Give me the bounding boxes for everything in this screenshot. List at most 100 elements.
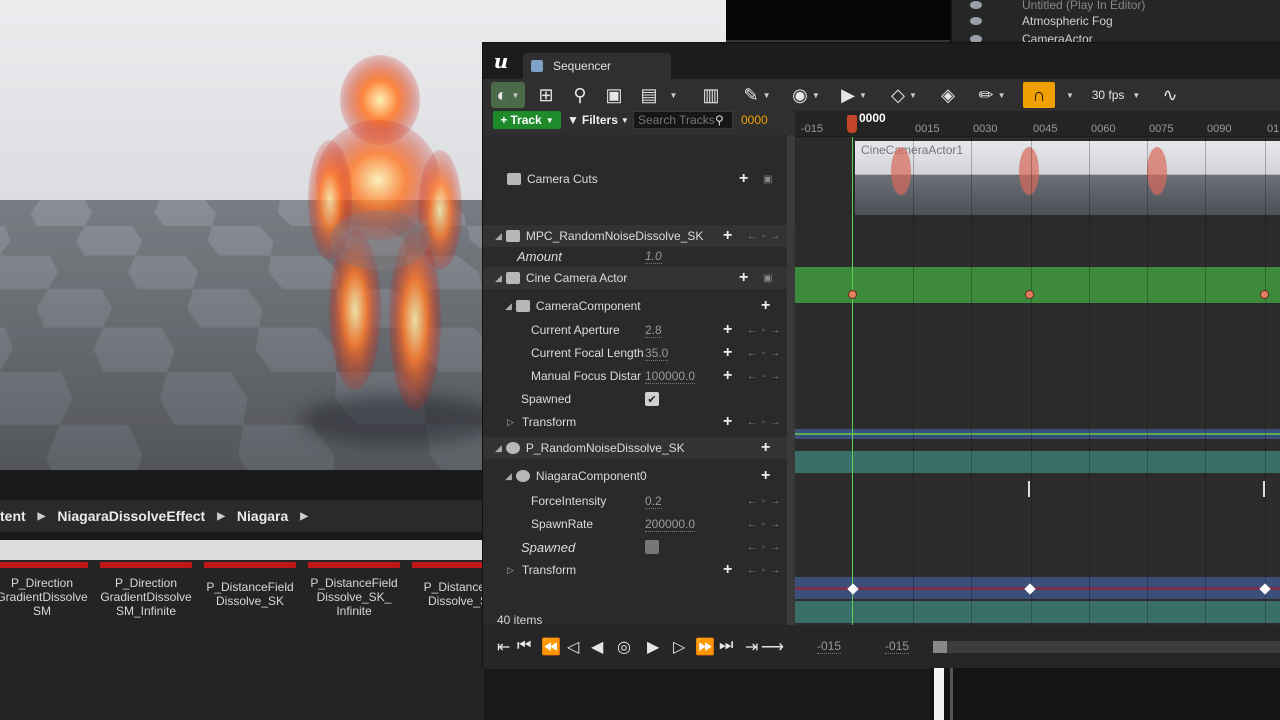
current-time-field[interactable]: 0000 — [741, 113, 768, 127]
filters-button[interactable]: ▼ Filters ▼ — [567, 111, 629, 129]
previous-key-icon[interactable]: ⏮ — [517, 637, 531, 655]
track-row-focus-distance[interactable]: Manual Focus Distar 100000.0 + ← ◦ → — [483, 367, 787, 385]
add-plus-icon[interactable]: + — [723, 413, 732, 431]
asset-tile[interactable]: P_DistanceField Dissolve_SK_ Infinite — [308, 562, 400, 620]
expand-triangle-icon[interactable]: ▷ — [507, 565, 514, 576]
add-track-button[interactable]: + Track ▼ — [493, 111, 561, 129]
tab-sequencer[interactable]: Sequencer — [523, 53, 671, 79]
next-key-icon[interactable]: ⏭ — [719, 637, 733, 655]
edit-mode-button[interactable]: ✏ ▼ — [975, 82, 1009, 108]
track-row-force-intensity[interactable]: ForceIntensity 0.2 ← ◦ → — [483, 492, 787, 510]
key-navigation-icon[interactable]: ← ◦ → — [747, 496, 781, 507]
timeline-scrollbar[interactable] — [933, 641, 1280, 653]
add-plus-icon[interactable]: + — [723, 321, 732, 339]
key-options-button[interactable]: ◇ ▼ — [885, 82, 923, 108]
keyframe[interactable] — [1260, 290, 1269, 299]
view-range-end[interactable]: -015 — [885, 639, 910, 654]
track-row-cine-camera[interactable]: ◢ Cine Camera Actor + ▣ — [483, 267, 787, 289]
next-frame-icon[interactable]: ▷ — [673, 637, 685, 657]
play-reverse-icon[interactable]: ◀ — [591, 637, 603, 657]
collapse-triangle-icon[interactable]: ◢ — [495, 273, 502, 284]
chevron-right-icon[interactable]: ▶ — [32, 511, 52, 522]
jump-to-end-icon[interactable]: ⇥ — [745, 637, 758, 657]
clapper-button[interactable]: ▤ ▼ — [637, 82, 681, 108]
keyframe[interactable] — [848, 290, 857, 299]
add-plus-icon[interactable]: + — [739, 170, 748, 188]
track-row-niagara-transform[interactable]: ▷ Transform + ← ◦ → — [483, 560, 787, 580]
camera-cut-section[interactable]: CineCameraActor1 — [855, 141, 1280, 215]
track-row-niagara-spawned[interactable]: Spawned ← ◦ → — [483, 537, 787, 557]
record-icon[interactable]: ◎ — [617, 637, 631, 657]
track-row-niagara-actor[interactable]: ◢ P_RandomNoiseDissolve_SK + — [483, 437, 787, 459]
breadcrumb-item[interactable]: tent — [0, 508, 32, 524]
camera-lock-icon[interactable]: ▣ — [763, 273, 773, 284]
lane-niagara-transform[interactable] — [795, 601, 1280, 623]
jump-to-start-icon[interactable]: ⇤ — [497, 637, 510, 657]
lane-mpc[interactable] — [795, 267, 1280, 303]
track-row-niagara-component[interactable]: ◢ NiagaraComponent0 + — [483, 465, 787, 487]
eye-icon[interactable] — [970, 1, 982, 9]
asset-tile[interactable]: P_Direction GradientDissolve SM_Infinite — [100, 562, 192, 620]
camera-lock-icon[interactable]: ▣ — [763, 174, 773, 185]
render-movie-button[interactable]: ▣ — [601, 82, 627, 108]
time-ruler[interactable]: -015 0015 0030 0045 0060 0075 0090 01 00… — [795, 111, 1280, 137]
chevron-right-icon[interactable]: ▶ — [294, 511, 314, 522]
spawned-checkbox[interactable]: ✔ — [645, 392, 659, 406]
collapse-triangle-icon[interactable]: ◢ — [505, 301, 512, 312]
view-options-button[interactable]: ◉ ▼ — [787, 82, 825, 108]
loop-icon[interactable]: ⟶ — [761, 637, 784, 657]
track-row-spawned[interactable]: Spawned ✔ — [483, 390, 787, 408]
expand-triangle-icon[interactable]: ▷ — [507, 417, 514, 428]
add-plus-icon[interactable]: + — [723, 367, 732, 385]
chevron-right-icon[interactable]: ▶ — [211, 511, 231, 522]
key-navigation-icon[interactable]: ← ◦ → — [747, 519, 781, 530]
step-back-icon[interactable]: ⏪ — [541, 637, 561, 657]
snap-options-dropdown[interactable]: ▼ — [1063, 82, 1077, 108]
previous-frame-icon[interactable]: ◁ — [567, 637, 579, 657]
niagara-spawned-checkbox[interactable] — [645, 540, 659, 554]
key-navigation-icon[interactable]: ← ◦ → — [747, 325, 781, 336]
outliner-row[interactable]: Atmospheric Fog — [970, 12, 1113, 30]
actor-button[interactable]: ▥ — [697, 82, 725, 108]
snap-toggle-button[interactable]: ∩ — [1023, 82, 1055, 108]
add-plus-icon[interactable]: + — [761, 439, 770, 457]
content-browser-filter-bar[interactable] — [0, 540, 484, 560]
amount-value[interactable]: 1.0 — [645, 249, 662, 264]
track-row-camera-component[interactable]: ◢ CameraComponent + — [483, 295, 787, 317]
settings-button[interactable]: ✎ ▼ — [739, 82, 775, 108]
track-row-spawn-rate[interactable]: SpawnRate 200000.0 ← ◦ → — [483, 515, 787, 533]
auto-key-button[interactable]: ◈ — [935, 82, 961, 108]
fps-dropdown[interactable]: 30 fps ▼ — [1087, 82, 1145, 108]
collapse-triangle-icon[interactable]: ◢ — [495, 231, 502, 242]
key-navigation-icon[interactable]: ← ◦ → — [747, 348, 781, 359]
curve-editor-button[interactable]: ∿ — [1155, 82, 1185, 108]
collapse-triangle-icon[interactable]: ◢ — [505, 471, 512, 482]
focus-distance-value[interactable]: 100000.0 — [645, 369, 696, 384]
world-outliner[interactable]: Untitled (Play In Editor) Atmospheric Fo… — [950, 0, 1280, 46]
event-marker[interactable] — [1263, 481, 1265, 497]
track-row-mpc[interactable]: ◢ MPC_RandomNoiseDissolve_SK + ← ◦ → — [483, 225, 787, 247]
step-forward-icon[interactable]: ⏩ — [695, 637, 715, 657]
breadcrumb-item[interactable]: NiagaraDissolveEffect — [51, 508, 211, 524]
event-marker[interactable] — [1028, 481, 1030, 497]
breadcrumb-item[interactable]: Niagara — [231, 508, 294, 524]
playback-options-button[interactable]: ▶ ▼ — [837, 82, 871, 108]
aperture-value[interactable]: 2.8 — [645, 323, 662, 338]
save-button[interactable]: ⊞ — [533, 82, 559, 108]
add-plus-icon[interactable]: + — [761, 297, 770, 315]
asset-tile[interactable]: P_Direction GradientDissolve SM — [0, 562, 88, 620]
add-plus-icon[interactable]: + — [723, 561, 732, 579]
focal-length-value[interactable]: 35.0 — [645, 346, 669, 361]
track-row-amount[interactable]: Amount 1.0 — [483, 247, 787, 265]
track-area-splitter[interactable] — [787, 135, 795, 625]
key-navigation-icon[interactable]: ← ◦ → — [747, 371, 781, 382]
key-navigation-icon[interactable]: ← ◦ → — [747, 565, 781, 576]
force-intensity-value[interactable]: 0.2 — [645, 494, 662, 509]
asset-tile[interactable]: P_DistanceField Dissolve_SK — [204, 562, 296, 620]
add-plus-icon[interactable]: + — [761, 467, 770, 485]
keyframe[interactable] — [1025, 290, 1034, 299]
spawn-rate-value[interactable]: 200000.0 — [645, 517, 696, 532]
track-row-focal-length[interactable]: Current Focal Length 35.0 + ← ◦ → — [483, 344, 787, 362]
scrollbar-thumb[interactable] — [933, 641, 947, 653]
find-asset-button[interactable]: ⚲ — [567, 82, 593, 108]
